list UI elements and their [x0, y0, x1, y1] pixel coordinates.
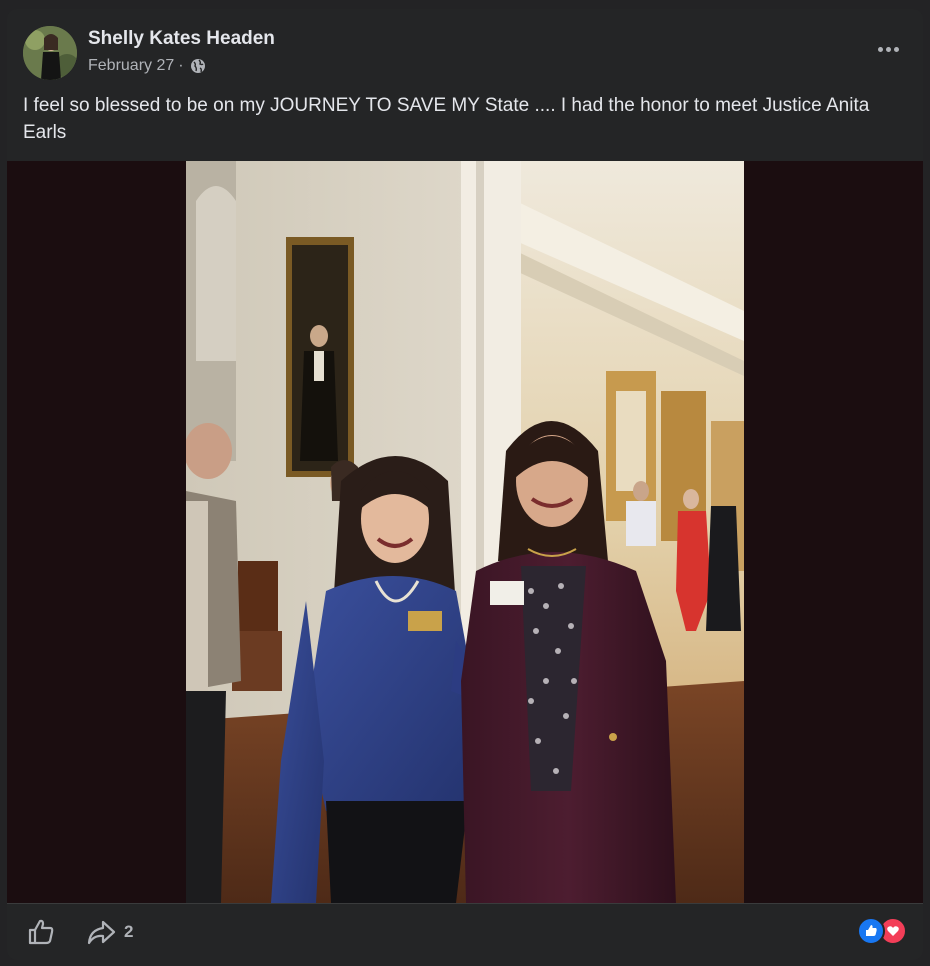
thumbs-up-icon[interactable]: [25, 916, 57, 948]
author-name[interactable]: Shelly Kates Headen: [88, 28, 275, 50]
reactions-summary[interactable]: [857, 917, 907, 945]
post-photo[interactable]: [186, 161, 744, 903]
globe-icon[interactable]: [190, 58, 206, 74]
more-options-dot: [893, 46, 899, 52]
post-text: I feel so blessed to be on my JOURNEY TO…: [23, 95, 870, 143]
post-media[interactable]: [7, 161, 923, 903]
more-options-icon: [877, 46, 883, 52]
photo-image: [186, 161, 744, 903]
post-card: Shelly Kates Headen February 27 · I feel…: [7, 9, 923, 960]
more-options-button[interactable]: [873, 37, 903, 61]
like-reaction-icon: [857, 917, 885, 945]
post-meta: February 27 ·: [88, 57, 206, 75]
share-count[interactable]: 2: [124, 922, 133, 942]
avatar-photo: [23, 26, 77, 80]
more-options-dot: [885, 46, 891, 52]
post-header: Shelly Kates Headen February 27 ·: [7, 9, 923, 80]
post-date[interactable]: February 27: [88, 57, 174, 75]
share-arrow-icon[interactable]: [85, 916, 117, 948]
author-avatar[interactable]: [23, 26, 77, 80]
meta-separator: ·: [178, 57, 184, 74]
post-footer: 2: [7, 903, 923, 960]
